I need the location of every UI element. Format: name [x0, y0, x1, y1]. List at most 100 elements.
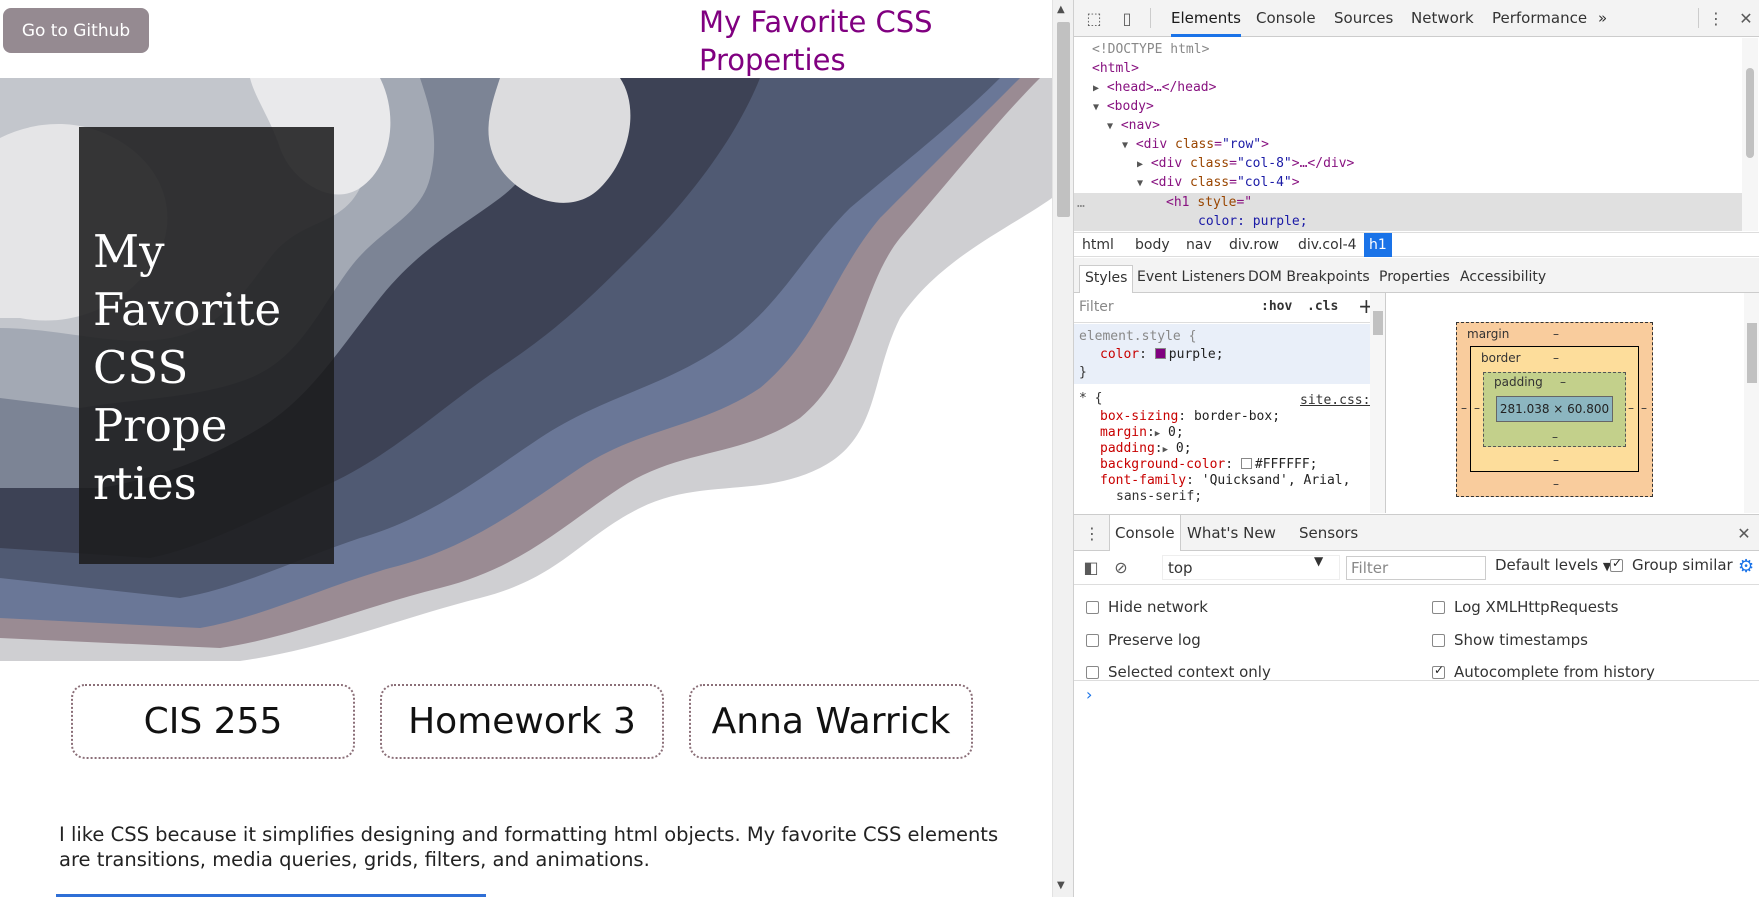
device-toggle-icon[interactable]: ▯: [1117, 8, 1137, 28]
preserve-log-checkbox[interactable]: [1086, 633, 1099, 647]
breadcrumb-nav[interactable]: nav: [1181, 233, 1217, 257]
head-line[interactable]: ▶ <head>…</head>: [1093, 78, 1216, 98]
margin-top-value[interactable]: –: [1553, 327, 1559, 341]
border-right-value[interactable]: –: [1628, 401, 1634, 415]
breadcrumb-body[interactable]: body: [1130, 233, 1175, 257]
log-levels-dropdown[interactable]: Default levels ▼: [1495, 556, 1611, 574]
more-tabs-icon[interactable]: »: [1598, 0, 1607, 37]
tab-accessibility[interactable]: Accessibility: [1455, 265, 1551, 293]
margin-bottom-value[interactable]: –: [1553, 477, 1559, 491]
toolbar-divider: [1150, 8, 1151, 28]
console-settings-icon[interactable]: ⚙: [1738, 556, 1754, 577]
scroll-up-arrow-icon[interactable]: ▲: [1057, 4, 1065, 15]
dom-tree-scrollbar[interactable]: [1742, 38, 1758, 231]
box-model-scrollbar[interactable]: [1744, 293, 1759, 513]
close-icon[interactable]: ✕: [1736, 8, 1756, 28]
page-scrollbar[interactable]: ▲ ▼: [1052, 0, 1073, 897]
padding-bottom-value[interactable]: –: [1552, 430, 1558, 444]
styles-filter-input[interactable]: Filter: [1079, 299, 1114, 315]
universal-selector[interactable]: * {: [1079, 390, 1102, 408]
expanded-triangle-icon[interactable]: ▼: [1107, 121, 1113, 132]
menu-icon[interactable]: ⋮: [1706, 8, 1726, 28]
drawer-tab-sensors[interactable]: Sensors: [1294, 515, 1363, 551]
nav-line[interactable]: ▼ <nav>: [1107, 116, 1160, 136]
expanded-triangle-icon[interactable]: ▼: [1122, 140, 1128, 151]
dom-tree-scroll-thumb[interactable]: [1746, 68, 1754, 158]
box-model-content[interactable]: 281.038 × 60.800: [1496, 396, 1613, 422]
show-timestamps-option[interactable]: Show timestamps: [1432, 631, 1588, 649]
preserve-log-option[interactable]: Preserve log: [1086, 631, 1201, 649]
drawer-tab-console[interactable]: Console: [1109, 515, 1181, 551]
expanded-triangle-icon[interactable]: ▼: [1093, 102, 1099, 113]
show-timestamps-checkbox[interactable]: [1432, 633, 1445, 647]
hide-network-checkbox[interactable]: [1086, 600, 1099, 614]
styles-scroll-thumb[interactable]: [1373, 311, 1383, 335]
drawer-menu-icon[interactable]: ⋮: [1082, 523, 1102, 543]
border-top-value[interactable]: –: [1553, 351, 1559, 365]
breadcrumb-h1[interactable]: h1: [1364, 233, 1392, 257]
console-prompt[interactable]: ›: [1086, 685, 1092, 704]
div-col4-line[interactable]: ▼ <div class="col-4">: [1137, 173, 1300, 193]
go-to-github-button[interactable]: Go to Github: [3, 8, 149, 53]
div-col8-line[interactable]: ▶ <div class="col-8">…</div>: [1137, 154, 1354, 174]
breadcrumb-html[interactable]: html: [1077, 233, 1119, 257]
box-model-scroll-thumb[interactable]: [1747, 323, 1757, 383]
breadcrumb-div-col-4[interactable]: div.col-4: [1293, 233, 1362, 257]
source-link[interactable]: site.css:8: [1300, 393, 1378, 408]
scroll-down-arrow-icon[interactable]: ▼: [1057, 880, 1065, 891]
body-line[interactable]: ▼ <body>: [1093, 97, 1154, 117]
margin-right-value[interactable]: –: [1641, 401, 1647, 415]
hide-network-option[interactable]: Hide network: [1086, 598, 1208, 616]
clear-console-icon[interactable]: ⊘: [1111, 557, 1131, 577]
element-style-declaration[interactable]: color: purple;: [1100, 346, 1224, 364]
tab-network[interactable]: Network: [1411, 0, 1474, 37]
tab-properties[interactable]: Properties: [1374, 265, 1455, 293]
expanded-triangle-icon[interactable]: ▼: [1137, 178, 1143, 189]
expand-triangle-icon[interactable]: ▶: [1163, 445, 1168, 455]
padding-top-value[interactable]: –: [1560, 375, 1566, 389]
drawer-close-icon[interactable]: ✕: [1734, 523, 1754, 543]
expand-triangle-icon[interactable]: ▶: [1155, 429, 1160, 439]
autocomplete-checkbox[interactable]: [1432, 663, 1445, 679]
show-timestamps-label: Show timestamps: [1454, 631, 1588, 649]
color-swatch-icon[interactable]: [1240, 458, 1252, 469]
div-row-line[interactable]: ▼ <div class="row">: [1122, 135, 1269, 155]
box-model-pane: margin – – – – border – – – – padding – …: [1387, 293, 1759, 513]
console-filter-input[interactable]: Filter: [1346, 556, 1486, 580]
drawer-tab-whats-new[interactable]: What's New: [1182, 515, 1281, 551]
element-style-selector[interactable]: element.style {: [1079, 328, 1196, 346]
tab-event-listeners[interactable]: Event Listeners: [1132, 265, 1250, 293]
tab-elements[interactable]: Elements: [1171, 0, 1241, 37]
breadcrumb-div-row[interactable]: div.row: [1224, 233, 1284, 257]
border-left-value[interactable]: –: [1474, 401, 1480, 415]
color-swatch-icon[interactable]: [1154, 348, 1166, 359]
page-scroll-thumb[interactable]: [1057, 22, 1070, 217]
dom-dots-icon[interactable]: …: [1077, 194, 1085, 213]
group-similar-checkbox[interactable]: [1610, 556, 1623, 572]
tab-dom-breakpoints[interactable]: DOM Breakpoints: [1243, 265, 1375, 293]
autocomplete-option[interactable]: Autocomplete from history: [1432, 663, 1655, 681]
sidebar-toggle-icon[interactable]: ◧: [1081, 557, 1101, 577]
collapsed-triangle-icon[interactable]: ▶: [1093, 83, 1099, 94]
log-xhr-option[interactable]: Log XMLHttpRequests: [1432, 598, 1618, 616]
log-xhr-checkbox[interactable]: [1432, 600, 1445, 614]
styles-scrollbar[interactable]: [1370, 293, 1385, 513]
inspect-icon[interactable]: ⬚: [1084, 8, 1104, 28]
chevron-down-icon[interactable]: ▼: [1314, 554, 1323, 568]
tab-sources[interactable]: Sources: [1334, 0, 1393, 37]
hov-toggle[interactable]: :hov: [1261, 299, 1292, 314]
group-similar-option[interactable]: Group similar: [1610, 556, 1733, 574]
collapsed-triangle-icon[interactable]: ▶: [1137, 159, 1143, 170]
html-line[interactable]: <html>: [1092, 59, 1139, 78]
margin-left-value[interactable]: –: [1461, 401, 1467, 415]
selected-context-option[interactable]: Selected context only: [1086, 663, 1271, 681]
h1-line[interactable]: <h1 style=": [1166, 193, 1252, 212]
tab-performance[interactable]: Performance: [1492, 0, 1587, 37]
tab-styles[interactable]: Styles: [1079, 265, 1134, 293]
tab-console[interactable]: Console: [1256, 0, 1316, 37]
webpage-viewport: Go to Github My Favorite CSS Properties …: [0, 0, 1052, 897]
cls-toggle[interactable]: .cls: [1307, 299, 1338, 314]
selected-context-checkbox[interactable]: [1086, 665, 1099, 679]
doctype-line[interactable]: <!DOCTYPE html>: [1092, 40, 1209, 59]
border-bottom-value[interactable]: –: [1553, 453, 1559, 467]
